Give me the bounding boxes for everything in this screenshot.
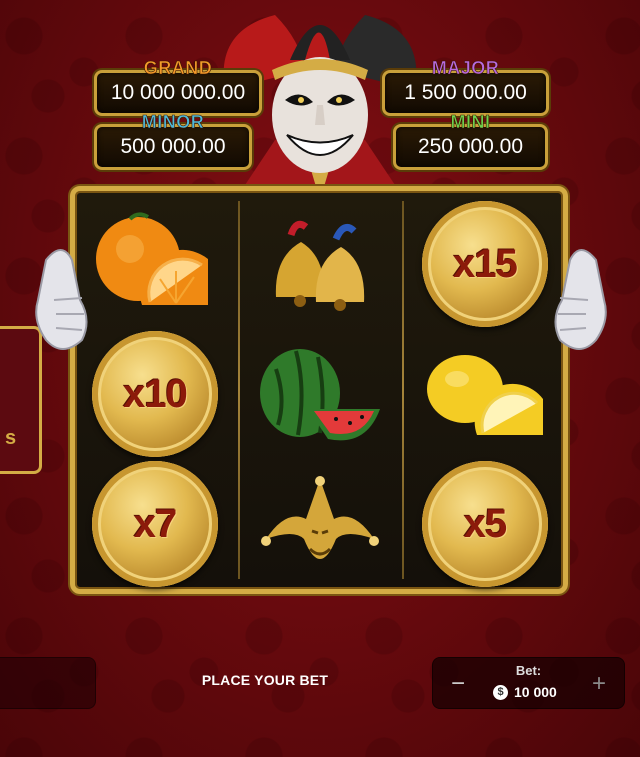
multiplier-coin: x10 xyxy=(90,329,220,459)
multiplier-coin-value: x15 xyxy=(453,241,518,286)
multiplier-coin-value: x7 xyxy=(133,501,177,546)
symbol-watermelon xyxy=(255,329,385,459)
multiplier-coin: x7 xyxy=(90,459,220,589)
multiplier-coin-value: x5 xyxy=(463,501,507,546)
symbol-bells xyxy=(255,197,385,327)
right-glove xyxy=(554,249,607,350)
jackpot-grand: 10 000 000.00 GRAND xyxy=(94,58,262,116)
jackpot-mini: 250 000.00 MINI xyxy=(393,112,548,170)
jackpot-mini-label: MINI xyxy=(450,112,491,133)
place-bet-message: PLACE YOUR BET xyxy=(201,672,329,688)
symbol-jester-mask xyxy=(255,459,385,589)
currency-icon: $ xyxy=(493,684,508,700)
symbol-orange xyxy=(89,197,219,327)
reel-divider xyxy=(238,201,240,579)
increase-bet-button[interactable]: + xyxy=(582,666,616,702)
left-glove xyxy=(35,249,88,350)
reel-divider xyxy=(402,201,404,579)
jackpot-major: 1 500 000.00 MAJOR xyxy=(382,58,549,116)
jackpot-grand-label: GRAND xyxy=(143,58,213,79)
multiplier-coin: x15 xyxy=(420,199,550,329)
bet-value-row: $ 10 000 xyxy=(493,684,557,700)
jackpot-minor: 500 000.00 MINOR xyxy=(94,112,252,170)
reel-frame: x10 x7 x15 x5 xyxy=(70,186,568,594)
jackpot-minor-label: MINOR xyxy=(141,112,205,133)
multiplier-coin: x5 xyxy=(420,459,550,589)
balance-panel xyxy=(0,657,96,709)
side-feature-text: s xyxy=(5,427,17,449)
bet-panel: − Bet: $ 10 000 + xyxy=(432,657,625,709)
jackpot-major-label: MAJOR xyxy=(431,58,500,79)
symbol-lemon xyxy=(420,329,550,459)
multiplier-coin-value: x10 xyxy=(123,371,188,416)
bet-value: 10 000 xyxy=(514,684,557,700)
